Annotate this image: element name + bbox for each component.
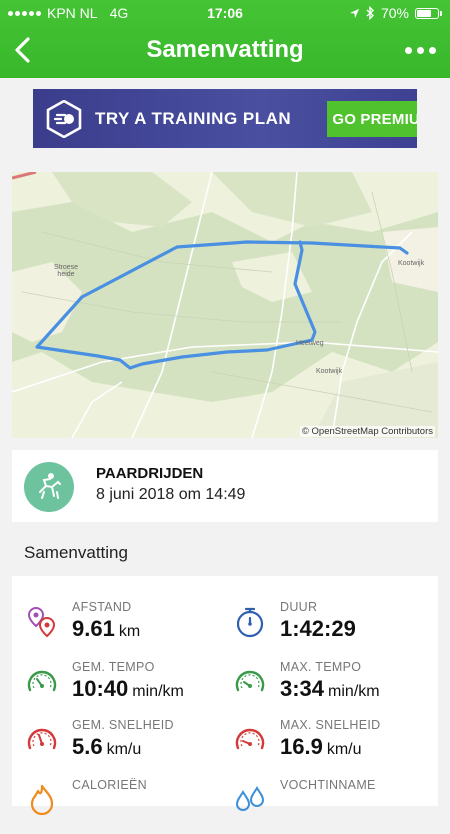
stat-number: 10:40 xyxy=(72,676,129,701)
map-label: Kootwijk xyxy=(398,260,425,267)
more-dot xyxy=(429,46,436,54)
stat-unit: km/u xyxy=(106,741,142,758)
map-label: Heetweg xyxy=(296,340,324,347)
stat-unit: min/km xyxy=(132,683,184,700)
stopwatch-icon xyxy=(236,607,264,638)
summary-heading: Samenvatting xyxy=(24,543,128,562)
flame-icon xyxy=(30,784,54,816)
stat-label: MAX. SNELHEID xyxy=(280,718,381,732)
stat-value: 16.9 km/u xyxy=(280,734,362,760)
gauge-icon xyxy=(235,670,265,692)
stat-calories: CALORIEËN xyxy=(24,778,224,834)
stat-label: DUUR xyxy=(280,600,318,614)
stat-value: 1:42:29 xyxy=(280,616,356,642)
app-header: KPN NL 4G 17:06 70% Samenvatting xyxy=(0,0,450,78)
route-map[interactable]: Stroese heide Kootwijk Kootwijk Heetweg … xyxy=(12,172,438,438)
stat-value: 3:34 min/km xyxy=(280,676,380,702)
activity-date: 8 juni 2018 om 14:49 xyxy=(96,486,246,503)
stat-max-pace: MAX. TEMPO 3:34 min/km xyxy=(232,660,432,716)
stat-max-speed: MAX. SNELHEID 16.9 km/u xyxy=(232,718,432,774)
more-dots-icon xyxy=(405,46,412,54)
training-plan-hex-icon xyxy=(46,100,82,138)
stat-label: GEM. SNELHEID xyxy=(72,718,174,732)
stat-unit: km/u xyxy=(326,741,362,758)
map-label: Stroese heide xyxy=(53,264,79,278)
location-icon xyxy=(349,8,360,18)
more-options-button[interactable] xyxy=(396,40,436,60)
stat-value: 10:40 min/km xyxy=(72,676,184,702)
stat-duration: DUUR 1:42:29 xyxy=(232,600,432,656)
page-title: Samenvatting xyxy=(146,36,304,63)
horse-riding-icon xyxy=(24,462,74,512)
stats-card: AFSTAND 9.61 km DUUR 1:42:29 GEM. TEMPO 1… xyxy=(12,576,438,816)
activity-card: PAARDRIJDEN 8 juni 2018 om 14:49 xyxy=(12,450,438,522)
stat-number: 9.61 xyxy=(72,616,115,641)
stat-label: GEM. TEMPO xyxy=(72,660,155,674)
speedometer-icon xyxy=(27,728,57,750)
battery-percent: 70% xyxy=(380,5,409,21)
stat-label: VOCHTINNAME xyxy=(280,778,376,792)
premium-banner[interactable]: TRY A TRAINING PLAN GO PREMIUM xyxy=(33,89,417,148)
gauge-icon xyxy=(27,670,57,692)
stat-value: 9.61 km xyxy=(72,616,140,642)
banner-text: TRY A TRAINING PLAN xyxy=(95,109,292,128)
stat-label: CALORIEËN xyxy=(72,778,147,792)
stat-fluid-intake: VOCHTINNAME xyxy=(232,778,432,834)
water-drop-icon xyxy=(235,786,265,811)
go-premium-button[interactable]: GO PREMIUM xyxy=(327,101,417,137)
stat-number: 1:42:29 xyxy=(280,616,356,641)
stat-number: 16.9 xyxy=(280,734,323,759)
speedometer-icon xyxy=(235,728,265,750)
map-canvas xyxy=(12,172,438,438)
stat-number: 5.6 xyxy=(72,734,103,759)
stat-distance: AFSTAND 9.61 km xyxy=(24,600,224,656)
activity-type: PAARDRIJDEN xyxy=(96,465,204,482)
nav-bar: Samenvatting xyxy=(0,26,450,76)
stat-unit: km xyxy=(118,623,141,640)
distance-pin-icon xyxy=(27,606,56,638)
stat-unit: min/km xyxy=(328,683,380,700)
stat-avg-speed: GEM. SNELHEID 5.6 km/u xyxy=(24,718,224,774)
map-attribution[interactable]: © OpenStreetMap Contributors xyxy=(299,426,435,437)
stat-number: 3:34 xyxy=(280,676,325,701)
stat-label: AFSTAND xyxy=(72,600,132,614)
stat-label: MAX. TEMPO xyxy=(280,660,362,674)
status-bar: KPN NL 4G 17:06 70% xyxy=(0,0,450,26)
battery-tip xyxy=(440,10,442,16)
stat-avg-pace: GEM. TEMPO 10:40 min/km xyxy=(24,660,224,716)
map-label: Kootwijk xyxy=(316,368,343,375)
bluetooth-icon xyxy=(366,6,374,20)
battery-icon xyxy=(415,7,439,19)
more-dot xyxy=(417,46,424,54)
stat-value: 5.6 km/u xyxy=(72,734,141,760)
status-right: 70% xyxy=(349,5,442,21)
